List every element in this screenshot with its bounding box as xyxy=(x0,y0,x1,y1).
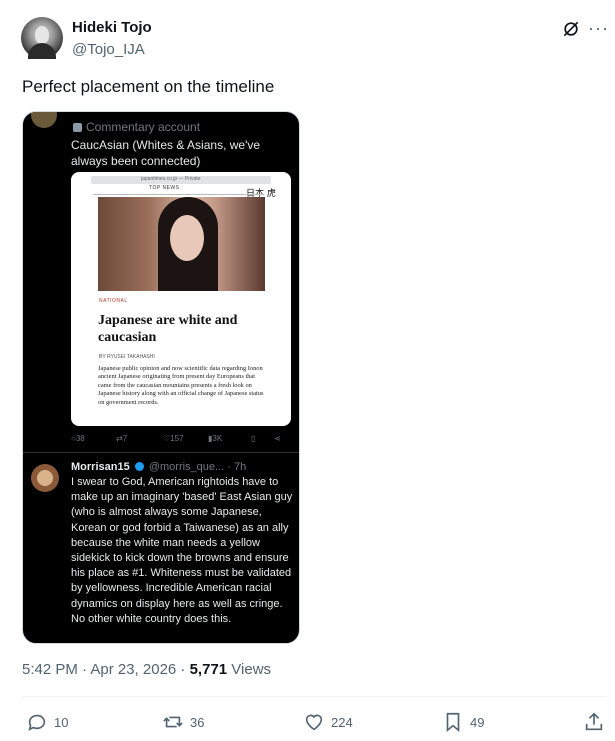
embedded-share-icon: ⋖ xyxy=(274,434,281,443)
action-divider xyxy=(22,696,607,697)
avatar-body xyxy=(28,43,56,59)
avatar[interactable] xyxy=(21,17,63,59)
embedded-bookmark-icon: ▯ xyxy=(251,434,256,443)
reply-count: 10 xyxy=(54,714,69,730)
bookmark-button[interactable]: 49 xyxy=(442,711,484,733)
article-screenshot: japantimes.co.jp — Private TOP NEWS 日本 虎… xyxy=(71,172,291,426)
community-label-text: Commentary account xyxy=(86,120,201,134)
embedded-divider xyxy=(23,452,299,453)
reply-avatar xyxy=(31,464,59,492)
timestamp-time[interactable]: 5:42 PM · Apr 23, 2026 · xyxy=(22,661,190,678)
shield-icon xyxy=(73,123,82,133)
like-button[interactable]: 224 xyxy=(303,711,353,733)
tweet-media[interactable]: Commentary account CaucAsian (Whites & A… xyxy=(22,111,300,644)
verified-icon xyxy=(134,462,144,471)
reply-name: Morrisan15 xyxy=(71,461,130,473)
embedded-like-count: ♡ 157 xyxy=(163,434,184,443)
embedded-actions: ○ 38 ⇄ 7 ♡ 157 ▮ 3K ▯ ⋖ xyxy=(71,434,291,448)
article-byline: BY RYUSEI TAKAHASHI xyxy=(99,354,155,360)
embedded-retweet-count: ⇄ 7 xyxy=(116,434,128,443)
bookmark-count: 49 xyxy=(470,714,485,730)
embedded-caption: CaucAsian (Whites & Asians, we've always… xyxy=(71,138,261,168)
grok-icon[interactable] xyxy=(561,19,581,39)
article-section: NATIONAL xyxy=(99,298,128,304)
community-label: Commentary account xyxy=(73,120,200,134)
retweet-button[interactable]: 36 xyxy=(162,711,204,733)
more-icon[interactable]: ··· xyxy=(588,18,609,39)
reply-button[interactable]: 10 xyxy=(26,711,68,733)
article-body: Japanese public opinion and now scientif… xyxy=(98,365,264,406)
reply-header: Morrisan15 @morris_que... · 7h xyxy=(71,461,293,473)
tweet-timestamp: 5:42 PM · Apr 23, 2026 · 5,771 Views xyxy=(22,661,271,678)
embedded-views: 3K xyxy=(212,434,223,443)
embedded-reply-count: ○ 38 xyxy=(71,434,85,443)
reply-icon xyxy=(28,714,46,731)
display-name[interactable]: Hideki Tojo xyxy=(72,19,152,36)
embedded-likes: 157 xyxy=(170,434,184,443)
top-news-label: TOP NEWS xyxy=(149,185,180,191)
photo-face xyxy=(170,215,204,261)
embedded-retweets: 7 xyxy=(122,434,128,443)
like-count: 224 xyxy=(331,714,353,730)
reply-meta: @morris_que... · 7h xyxy=(148,461,247,473)
views-label: Views xyxy=(227,661,272,678)
embedded-replies: 38 xyxy=(75,434,85,443)
share-icon xyxy=(585,712,603,731)
embedded-view-count: ▮ 3K xyxy=(208,434,223,443)
avatar-face xyxy=(35,26,49,44)
embedded-avatar xyxy=(31,112,57,128)
retweet-count: 36 xyxy=(190,714,205,730)
like-icon xyxy=(305,714,323,731)
views-count: 5,771 xyxy=(189,661,228,678)
article-photo xyxy=(98,197,265,291)
header-rule xyxy=(93,194,263,195)
handle[interactable]: @Tojo_IJA xyxy=(72,41,145,58)
retweet-icon xyxy=(163,716,183,728)
tweet-text: Perfect placement on the timeline xyxy=(22,77,275,96)
share-button[interactable] xyxy=(583,711,611,733)
article-title: Japanese are white and caucasian xyxy=(98,313,238,345)
reply-text: I swear to God, American rightoids have … xyxy=(71,476,293,625)
bookmark-icon xyxy=(446,712,460,733)
article-url: japantimes.co.jp — Private xyxy=(141,176,201,182)
